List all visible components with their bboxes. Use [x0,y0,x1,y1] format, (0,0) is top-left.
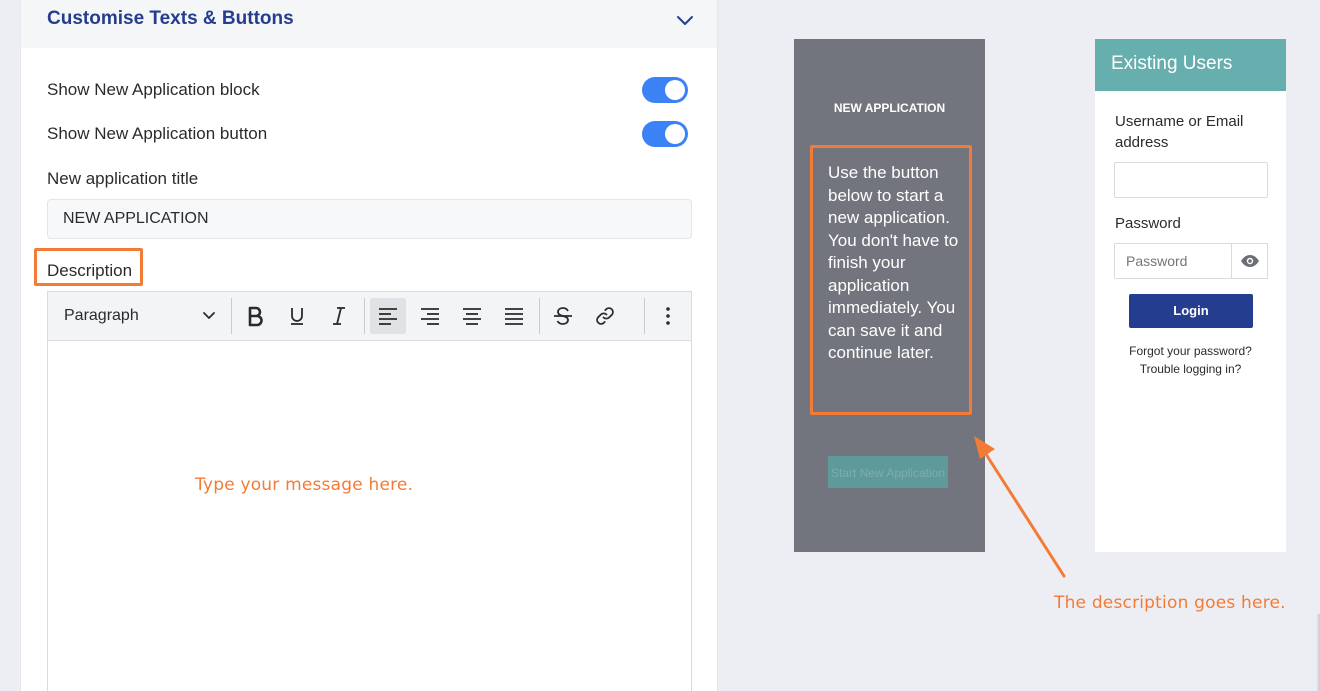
description-label: Description [47,261,133,280]
chevron-down-icon[interactable] [675,11,695,31]
underline-icon [291,308,303,325]
align-center-icon [463,308,481,325]
strikethrough-icon [554,307,572,325]
title-label: New application title [47,169,199,188]
show-button-toggle[interactable] [642,121,688,147]
bold-icon [248,306,263,327]
page-edge-shadow [1316,614,1320,691]
strikethrough-button[interactable] [545,298,581,334]
align-right-icon [421,308,439,325]
new-application-description: Use the button below to start a new appl… [828,163,959,362]
login-button[interactable]: Login [1129,294,1253,328]
align-justify-button[interactable] [496,298,532,334]
start-new-application-button[interactable]: Start New Application [828,456,948,488]
show-password-toggle[interactable] [1231,243,1268,279]
description-annotation: The description goes here. [1054,593,1286,613]
more-options-button[interactable] [650,298,686,334]
new-application-preview: NEW APPLICATION Use the button below to … [794,39,985,552]
show-block-label: Show New Application block [47,80,260,99]
show-block-toggle[interactable] [642,77,688,103]
toolbar-divider [644,298,645,334]
title-input[interactable] [47,199,692,239]
link-button[interactable] [587,298,623,334]
align-center-button[interactable] [454,298,490,334]
align-right-button[interactable] [412,298,448,334]
existing-users-title: Existing Users [1095,39,1286,91]
new-application-title: NEW APPLICATION [833,101,946,115]
section-header-customise-texts[interactable]: Customise Texts & Buttons [21,0,717,48]
more-vertical-icon [666,307,670,325]
annotation-arrow [974,436,1066,578]
align-left-button[interactable] [370,298,406,334]
link-icon [596,307,614,325]
password-label: Password [1115,215,1181,232]
underline-button[interactable] [279,298,315,334]
existing-users-preview: Existing Users Username or Email address… [1095,39,1286,552]
bold-button[interactable] [237,298,273,334]
description-editor[interactable] [47,341,692,691]
align-justify-icon [505,308,523,325]
trouble-logging-in-link[interactable]: Trouble logging in? [1095,362,1286,376]
username-input[interactable] [1114,162,1268,198]
format-select-value: Paragraph [64,307,139,324]
settings-panel: Customise Texts & Buttons Show New Appli… [20,0,718,691]
format-select[interactable]: Paragraph [64,292,139,340]
show-button-label: Show New Application button [47,124,268,143]
toolbar-divider [539,298,540,334]
editor-toolbar: Paragraph [47,291,692,341]
italic-button[interactable] [321,298,357,334]
password-input[interactable] [1114,243,1232,279]
chevron-down-icon[interactable] [202,309,216,323]
toolbar-divider [231,298,232,334]
toolbar-divider [364,298,365,334]
toggle-knob [665,124,685,144]
username-label: Username or Email address [1115,113,1244,151]
align-left-icon [379,308,397,325]
editor-annotation: Type your message here. [195,475,414,495]
italic-icon [333,307,345,325]
toggle-knob [665,80,685,100]
section-title: Customise Texts & Buttons [47,8,294,29]
eye-icon [1240,255,1259,267]
forgot-password-link[interactable]: Forgot your password? [1095,344,1286,358]
